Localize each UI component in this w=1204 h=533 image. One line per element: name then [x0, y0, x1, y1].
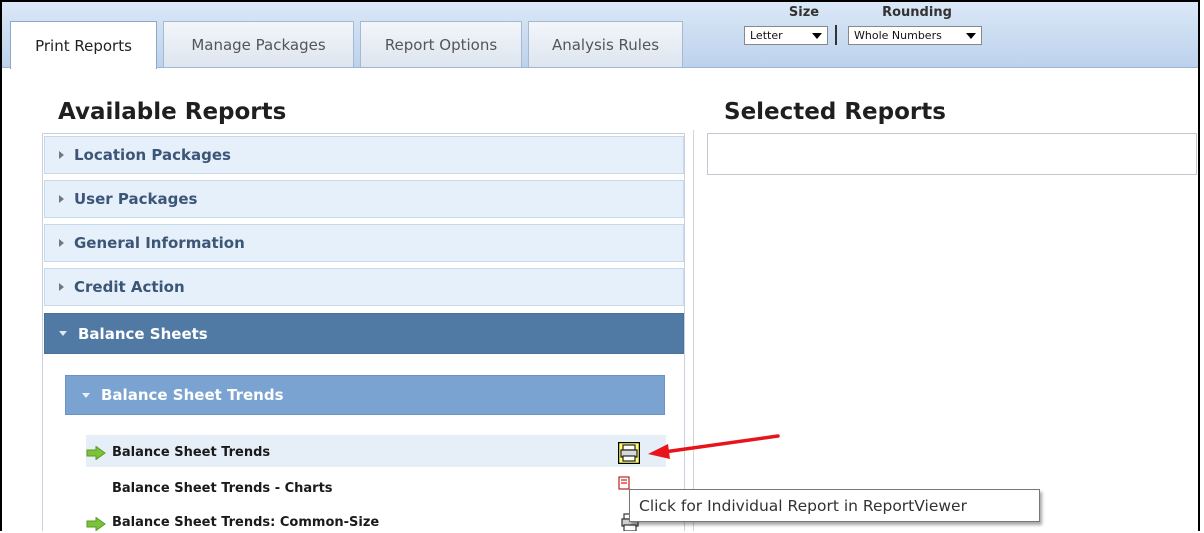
rounding-label: Rounding [882, 5, 952, 20]
selected-reports-list[interactable] [707, 133, 1197, 175]
report-label[interactable]: Balance Sheet Trends - Charts [112, 481, 333, 496]
chevron-down-icon [966, 33, 976, 39]
chevron-down-icon [812, 33, 822, 39]
expand-triangle-icon [59, 151, 64, 159]
subgroup-label: Balance Sheet Trends [101, 386, 284, 404]
collapse-triangle-icon [82, 392, 90, 398]
package-general-information[interactable]: General Information [44, 224, 684, 262]
size-label: Size [788, 5, 820, 20]
tab-print-reports[interactable]: Print Reports [10, 21, 157, 69]
tab-report-options[interactable]: Report Options [360, 21, 522, 67]
selected-reports-title: Selected Reports [724, 99, 946, 125]
print-report-icon[interactable] [618, 442, 640, 464]
package-balance-sheets[interactable]: Balance Sheets [44, 313, 684, 354]
expand-triangle-icon [59, 239, 64, 247]
tooltip: Click for Individual Report in ReportVie… [629, 489, 1040, 522]
rounding-select[interactable]: Whole Numbers [848, 26, 982, 45]
size-select[interactable]: Letter [744, 26, 828, 45]
report-label[interactable]: Balance Sheet Trends: Common-Size [112, 515, 379, 530]
package-label: User Packages [74, 190, 198, 208]
subgroup-balance-sheet-trends[interactable]: Balance Sheet Trends [65, 375, 665, 415]
annotation-arrow-icon [648, 434, 780, 459]
tab-manage-packages[interactable]: Manage Packages [163, 21, 354, 67]
panel-divider [693, 130, 694, 531]
available-reports-title: Available Reports [58, 99, 287, 125]
pdf-report-icon[interactable] [618, 476, 632, 490]
rounding-value: Whole Numbers [854, 29, 942, 42]
package-label: Balance Sheets [78, 324, 208, 343]
package-label: General Information [74, 234, 245, 252]
size-value: Letter [750, 29, 783, 42]
package-location-packages[interactable]: Location Packages [44, 136, 684, 174]
green-arrow-icon [86, 517, 106, 531]
green-arrow-icon [86, 446, 106, 460]
expand-triangle-icon [59, 283, 64, 291]
app-window: Print Reports Manage Packages Report Opt… [0, 0, 1200, 531]
collapse-triangle-icon [59, 331, 67, 336]
toolbar-divider [835, 25, 837, 45]
package-label: Location Packages [74, 146, 231, 164]
package-label: Credit Action [74, 278, 185, 296]
package-credit-action[interactable]: Credit Action [44, 268, 684, 306]
package-user-packages[interactable]: User Packages [44, 180, 684, 218]
top-toolbar: Print Reports Manage Packages Report Opt… [2, 2, 1198, 69]
expand-triangle-icon [59, 195, 64, 203]
report-label[interactable]: Balance Sheet Trends [112, 445, 270, 460]
tab-analysis-rules[interactable]: Analysis Rules [528, 21, 683, 67]
